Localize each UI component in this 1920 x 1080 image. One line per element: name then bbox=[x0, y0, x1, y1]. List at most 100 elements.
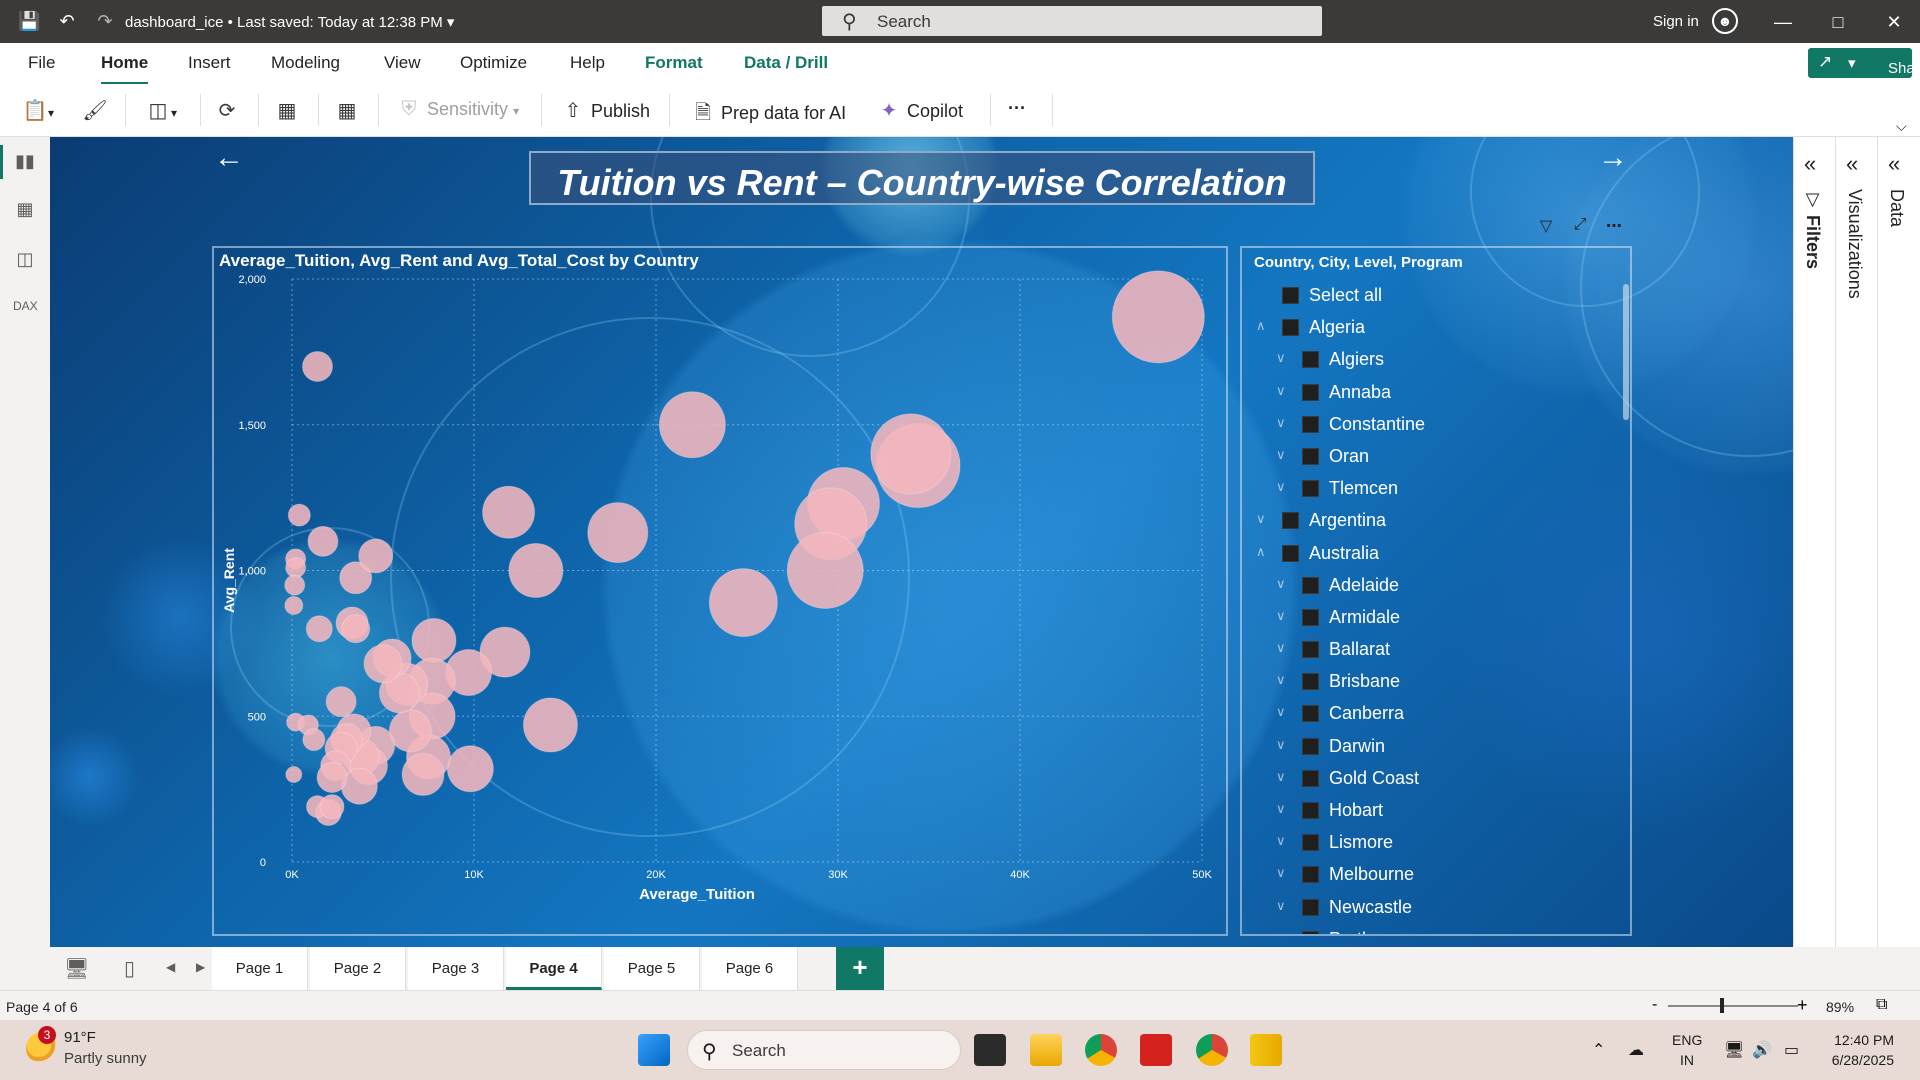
slicer-item[interactable]: Select all bbox=[1242, 280, 1622, 312]
publish-button[interactable]: ⇧ Publish bbox=[560, 98, 650, 123]
chevron-down-icon[interactable]: ∨ bbox=[1276, 833, 1286, 849]
chevron-down-icon[interactable]: ∨ bbox=[1276, 350, 1286, 366]
zoom-out-button[interactable]: - bbox=[1652, 996, 1657, 1014]
file-explorer-icon[interactable] bbox=[1030, 1034, 1062, 1066]
scatter-bubble[interactable] bbox=[446, 745, 494, 793]
chevron-down-icon[interactable]: ▾ bbox=[447, 14, 455, 31]
table-view-icon[interactable]: ▦ bbox=[13, 199, 37, 223]
input-region[interactable]: IN bbox=[1680, 1052, 1694, 1068]
slicer-checkbox[interactable] bbox=[1302, 383, 1319, 401]
next-page-icon[interactable]: ▶ bbox=[196, 960, 205, 974]
slicer-item[interactable]: ∨ Argentina bbox=[1242, 505, 1622, 537]
chevron-down-icon[interactable]: ∨ bbox=[1276, 576, 1286, 592]
chevron-down-icon[interactable]: ∨ bbox=[1276, 737, 1286, 753]
chevron-down-icon[interactable]: ∨ bbox=[1276, 769, 1286, 785]
format-painter-button[interactable]: 🖌 bbox=[82, 98, 108, 123]
slicer-checkbox[interactable] bbox=[1302, 802, 1319, 819]
scatter-bubble[interactable] bbox=[870, 413, 952, 495]
page-tab[interactable]: Page 6 bbox=[702, 947, 798, 990]
slicer-scrollbar[interactable] bbox=[1623, 284, 1629, 420]
slicer-item[interactable]: ∨ Oran bbox=[1242, 441, 1622, 473]
tab-file[interactable]: File bbox=[28, 53, 55, 73]
report-view-icon[interactable]: ▮▮ bbox=[0, 145, 37, 179]
scatter-bubble[interactable] bbox=[307, 525, 339, 557]
chevron-down-icon[interactable]: ∨ bbox=[1276, 383, 1286, 399]
slicer-item[interactable]: ∨ Gold Coast bbox=[1242, 763, 1622, 795]
chevron-down-icon[interactable]: ∨ bbox=[1276, 640, 1286, 656]
more-options-button[interactable]: ··· bbox=[1008, 98, 1026, 119]
onedrive-icon[interactable]: ☁ bbox=[1628, 1040, 1644, 1060]
network-icon[interactable]: 🖥 bbox=[1724, 1040, 1744, 1060]
scatter-bubble[interactable] bbox=[325, 686, 357, 718]
chevron-down-icon[interactable]: ∨ bbox=[1256, 511, 1266, 527]
taskbar-search[interactable]: ⚲ Search bbox=[687, 1030, 961, 1070]
scatter-bubble[interactable] bbox=[401, 753, 445, 797]
chevron-down-icon[interactable]: ∨ bbox=[1276, 704, 1286, 720]
calculator-button[interactable]: ▦ bbox=[334, 98, 360, 123]
tab-insert[interactable]: Insert bbox=[188, 53, 231, 73]
more-options-icon[interactable]: ⋯ bbox=[1599, 216, 1629, 240]
add-page-button[interactable]: + bbox=[836, 947, 884, 990]
tab-format[interactable]: Format bbox=[645, 53, 703, 73]
data-pane[interactable]: « Data bbox=[1878, 137, 1920, 947]
filters-pane[interactable]: « ▽ Filters bbox=[1794, 137, 1836, 947]
chevron-down-icon[interactable]: ∨ bbox=[1276, 415, 1286, 431]
copilot-button[interactable]: ✦ Copilot bbox=[876, 98, 963, 123]
acrobat-icon[interactable] bbox=[1140, 1034, 1172, 1066]
slicer-checkbox[interactable] bbox=[1302, 930, 1319, 934]
back-arrow-icon[interactable]: ← bbox=[214, 141, 244, 175]
slicer-checkbox[interactable] bbox=[1302, 769, 1319, 787]
chevron-down-icon[interactable]: ∨ bbox=[1276, 801, 1286, 817]
task-view-icon[interactable] bbox=[974, 1034, 1006, 1066]
slicer-checkbox[interactable] bbox=[1302, 898, 1319, 916]
clock-time[interactable]: 12:40 PM bbox=[1824, 1032, 1894, 1048]
slicer-checkbox[interactable] bbox=[1302, 351, 1319, 369]
tab-view[interactable]: View bbox=[384, 53, 421, 73]
scatter-bubble[interactable] bbox=[341, 614, 371, 644]
scatter-chart[interactable]: Average_Tuition, Avg_Rent and Avg_Total_… bbox=[212, 246, 1228, 936]
slicer-checkbox[interactable] bbox=[1302, 608, 1319, 626]
chevron-down-icon[interactable]: ∨ bbox=[1276, 898, 1286, 914]
scatter-bubble[interactable] bbox=[363, 644, 403, 684]
slicer-item[interactable]: ∧ Algeria bbox=[1242, 312, 1622, 344]
slicer-item[interactable]: ∨ Brisbane bbox=[1242, 666, 1622, 698]
slicer-checkbox[interactable] bbox=[1302, 415, 1319, 433]
slicer-item[interactable]: ∨ Algiers bbox=[1242, 344, 1622, 376]
slicer-checkbox[interactable] bbox=[1302, 576, 1319, 594]
scatter-bubble[interactable] bbox=[319, 794, 345, 820]
get-data-button[interactable]: ◫ ▾ bbox=[145, 98, 177, 123]
chevron-down-icon[interactable]: ∨ bbox=[1276, 865, 1286, 881]
battery-icon[interactable]: ▭ bbox=[1784, 1040, 1799, 1060]
zoom-slider[interactable] bbox=[1668, 1005, 1798, 1007]
chevron-up-icon[interactable]: ∧ bbox=[1256, 544, 1266, 560]
slicer-checkbox[interactable] bbox=[1302, 673, 1319, 691]
chevron-down-icon[interactable]: ∨ bbox=[1276, 672, 1286, 688]
zoom-slider-thumb[interactable] bbox=[1720, 998, 1724, 1013]
paste-button[interactable]: 📋▾ bbox=[22, 98, 54, 123]
forward-arrow-icon[interactable]: → bbox=[1598, 141, 1628, 175]
new-visual-button[interactable]: ▦ bbox=[274, 98, 300, 123]
tab-modeling[interactable]: Modeling bbox=[271, 53, 340, 73]
slicer-checkbox[interactable] bbox=[1282, 512, 1299, 530]
filter-icon[interactable]: ▽ bbox=[1531, 216, 1561, 240]
focus-mode-icon[interactable]: ⤢ bbox=[1565, 216, 1595, 240]
slicer-checkbox[interactable] bbox=[1282, 287, 1299, 304]
scatter-bubble[interactable] bbox=[301, 350, 333, 382]
slicer-item[interactable]: ∨ Hobart bbox=[1242, 795, 1622, 827]
share-button[interactable]: ↗ Share ▾ bbox=[1808, 48, 1920, 78]
scatter-bubble[interactable] bbox=[284, 595, 304, 615]
tab-data-drill[interactable]: Data / Drill bbox=[744, 53, 828, 73]
scatter-bubble[interactable] bbox=[587, 502, 649, 564]
slicer-item[interactable]: ∨ Darwin bbox=[1242, 731, 1622, 763]
expand-data-icon[interactable]: « bbox=[1888, 151, 1900, 177]
mobile-layout-icon[interactable]: ▯ bbox=[124, 956, 135, 981]
scatter-bubble[interactable] bbox=[285, 766, 303, 784]
chevron-down-icon[interactable]: ∨ bbox=[1276, 930, 1286, 934]
page-tab[interactable]: Page 2 bbox=[310, 947, 406, 990]
scatter-bubble[interactable] bbox=[708, 568, 778, 638]
chevron-down-icon[interactable]: ∨ bbox=[1276, 447, 1286, 463]
minimize-icon[interactable]: — bbox=[1768, 8, 1798, 36]
slicer-item[interactable]: ∨ Lismore bbox=[1242, 827, 1622, 859]
scatter-bubble[interactable] bbox=[285, 557, 307, 579]
expand-visualizations-icon[interactable]: « bbox=[1846, 151, 1858, 177]
